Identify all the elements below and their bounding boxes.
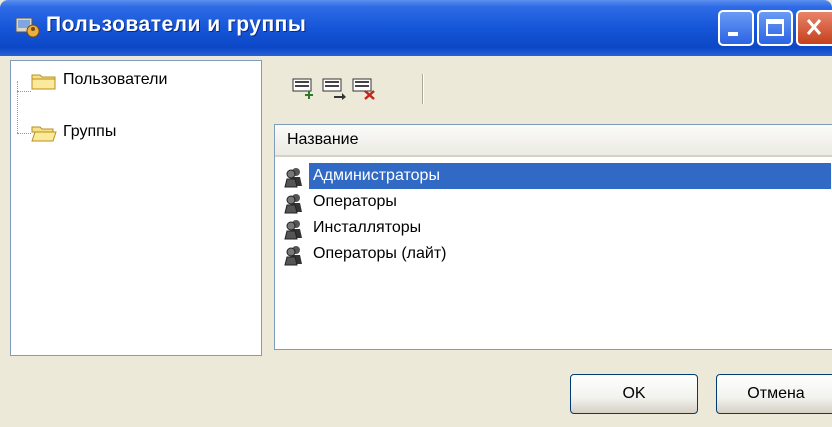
group-tree[interactable]: Пользователи Группы xyxy=(10,60,262,356)
delete-group-icon xyxy=(352,78,375,100)
edit-group-icon xyxy=(322,78,346,100)
close-button[interactable] xyxy=(796,10,832,46)
ok-button[interactable]: OK xyxy=(570,374,698,414)
tree-item-users[interactable]: Пользователи xyxy=(31,71,213,93)
folder-icon xyxy=(31,74,56,90)
group-icon xyxy=(284,246,302,266)
add-group-button[interactable] xyxy=(292,76,316,100)
list-item-label: Операторы (лайт) xyxy=(313,245,447,262)
tree-connector xyxy=(17,133,31,134)
cancel-button[interactable]: Отмена xyxy=(716,374,832,414)
folder-open-icon xyxy=(31,126,57,142)
list-item-label: Администраторы xyxy=(313,167,440,184)
list-item-label: Операторы xyxy=(313,193,397,210)
tree-item-label: Пользователи xyxy=(63,71,168,88)
groups-toolbar xyxy=(276,68,426,110)
tree-item-groups[interactable]: Группы xyxy=(31,123,213,145)
maximize-icon xyxy=(766,19,784,36)
tree-connector xyxy=(17,81,18,133)
column-header-label: Название xyxy=(287,131,359,148)
title-bar[interactable]: Пользователи и группы xyxy=(0,0,832,56)
list-item[interactable]: Операторы xyxy=(275,189,832,215)
delete-group-button[interactable] xyxy=(352,76,376,100)
group-icon xyxy=(284,168,302,188)
tree-item-label: Группы xyxy=(63,123,117,140)
list-item[interactable]: Инсталляторы xyxy=(275,215,832,241)
users-app-icon xyxy=(15,17,40,38)
group-icon xyxy=(284,220,302,240)
groups-panel: Название Администраторы Операторы Инстал… xyxy=(264,60,832,354)
list-item[interactable]: Администраторы xyxy=(275,163,832,189)
group-icon xyxy=(284,194,302,214)
add-group-icon xyxy=(292,78,313,99)
window-title: Пользователи и группы xyxy=(46,13,307,36)
groups-list[interactable]: Название Администраторы Операторы Инстал… xyxy=(274,124,832,350)
list-item-label: Инсталляторы xyxy=(313,219,422,236)
edit-group-button[interactable] xyxy=(322,76,346,100)
toolbar-separator xyxy=(422,74,424,104)
minimize-icon xyxy=(728,32,738,36)
close-icon xyxy=(806,19,822,35)
tree-connector xyxy=(17,91,31,92)
list-item[interactable]: Операторы (лайт) xyxy=(275,241,832,267)
column-header-name[interactable]: Название xyxy=(275,125,832,157)
users-groups-dialog: Пользователи и группы Пользователи Групп… xyxy=(0,0,832,427)
maximize-button[interactable] xyxy=(757,10,793,46)
minimize-button[interactable] xyxy=(718,10,754,46)
